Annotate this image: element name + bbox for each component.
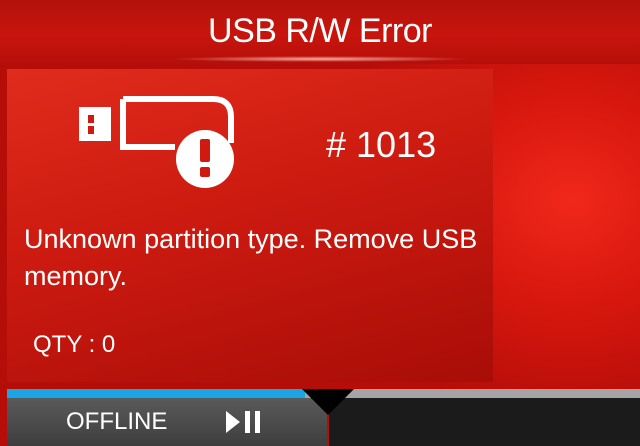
usb-error-icon (79, 96, 234, 188)
title-underline-glow (170, 56, 470, 62)
play-pause-icon[interactable] (226, 409, 266, 435)
selection-pointer (302, 389, 354, 415)
progress-fill (7, 389, 305, 398)
title-bar: USB R/W Error (0, 0, 640, 64)
error-message: Unknown partition type. Remove USB memor… (24, 224, 478, 291)
status-label: OFFLINE (66, 408, 168, 435)
error-screen: USB R/W Error # 1013 Unknown partition t… (0, 0, 640, 446)
status-bar-right (329, 398, 640, 446)
qty-counter: QTY : 0 (33, 331, 116, 358)
page-title: USB R/W Error (208, 12, 432, 50)
error-code: # 1013 (326, 124, 437, 165)
